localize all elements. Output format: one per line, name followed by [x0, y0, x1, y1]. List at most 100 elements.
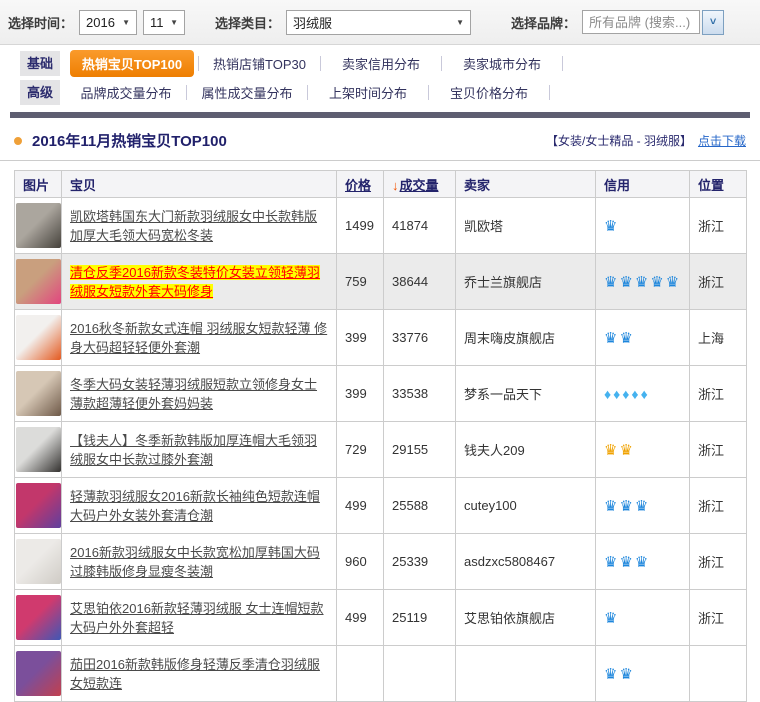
brand-dropdown-button[interactable]: ˅ [702, 10, 724, 35]
product-title-link[interactable]: 轻薄款羽绒服女2016新款长袖纯色短款连帽大码户外女装外套清仓潮 [70, 489, 320, 523]
tab-attribute-volume-distribution[interactable]: 属性成交量分布 [191, 79, 303, 106]
chevron-down-icon: ˅ [710, 16, 716, 28]
caret-down-icon: ▼ [170, 18, 178, 27]
volume-cell: 29155 [384, 422, 456, 478]
tab-hot-items-top100[interactable]: 热销宝贝TOP100 [70, 50, 194, 77]
table-header-row: 图片 宝贝 价格 ↓成交量 卖家 信用 位置 [15, 171, 747, 198]
tab-separator [198, 56, 199, 71]
seller-cell: 钱夫人209 [456, 422, 596, 478]
tab-separator [320, 56, 321, 71]
table-row: 2016秋冬新款女式连帽 羽绒服女短款轻薄 修身大码超轻轻便外套潮 399 33… [15, 310, 747, 366]
location-cell: 浙江 [690, 590, 747, 646]
product-title-link[interactable]: 2016秋冬新款女式连帽 羽绒服女短款轻薄 修身大码超轻轻便外套潮 [70, 321, 327, 355]
product-thumbnail[interactable] [16, 427, 61, 472]
tab-seller-credit-distribution[interactable]: 卖家信用分布 [325, 50, 437, 77]
volume-cell: 25119 [384, 590, 456, 646]
price-cell: 499 [337, 590, 384, 646]
price-cell: 1499 [337, 198, 384, 254]
product-thumbnail[interactable] [16, 315, 61, 360]
product-thumbnail[interactable] [16, 651, 61, 696]
category-select[interactable]: 羽绒服 ▼ [286, 10, 471, 35]
credit-icons: ♛♛♛ [604, 498, 650, 515]
product-thumbnail[interactable] [16, 595, 61, 640]
volume-cell: 33538 [384, 366, 456, 422]
credit-icons: ♛ [604, 218, 619, 235]
col-header-image: 图片 [15, 171, 62, 198]
product-thumbnail[interactable] [16, 203, 61, 248]
col-header-price-sort[interactable]: 价格 [337, 171, 384, 198]
time-filter-label: 选择时间： [8, 13, 73, 32]
volume-cell: 25339 [384, 534, 456, 590]
product-thumbnail[interactable] [16, 371, 61, 416]
location-cell: 上海 [690, 310, 747, 366]
credit-icons: ♦♦♦♦♦ [604, 386, 650, 402]
credit-icons: ♛♛ [604, 442, 635, 459]
credit-icons: ♛♛♛ [604, 554, 650, 571]
tab-group-advanced: 高级 [20, 80, 60, 105]
location-cell: 浙江 [690, 198, 747, 254]
seller-cell [456, 646, 596, 702]
col-header-seller: 卖家 [456, 171, 596, 198]
location-cell: 浙江 [690, 534, 747, 590]
tab-separator [186, 85, 187, 100]
product-title-link[interactable]: 冬季大码女装轻薄羽绒服短款立领修身女士薄款超薄轻便外套妈妈装 [70, 377, 317, 411]
sort-desc-icon: ↓ [392, 178, 399, 193]
price-cell: 399 [337, 310, 384, 366]
seller-cell: cutey100 [456, 478, 596, 534]
col-header-volume-sort[interactable]: ↓成交量 [384, 171, 456, 198]
tab-separator [562, 56, 563, 71]
tab-item-price-distribution[interactable]: 宝贝价格分布 [433, 79, 545, 106]
tab-listing-time-distribution[interactable]: 上架时间分布 [312, 79, 424, 106]
product-thumbnail[interactable] [16, 259, 61, 304]
brand-search-input[interactable] [582, 10, 700, 34]
tab-separator [441, 56, 442, 71]
tab-separator [307, 85, 308, 100]
month-select[interactable]: 11 ▼ [143, 10, 185, 35]
year-select-value: 2016 [86, 15, 115, 30]
seller-cell: 乔士兰旗舰店 [456, 254, 596, 310]
advanced-tab-row: 高级 品牌成交量分布 属性成交量分布 上架时间分布 宝贝价格分布 [0, 78, 760, 107]
table-row: 【钱夫人】冬季新款韩版加厚连帽大毛领羽绒服女中长款过膝外套潮 729 29155… [15, 422, 747, 478]
location-cell [690, 646, 747, 702]
tab-brand-volume-distribution[interactable]: 品牌成交量分布 [70, 79, 182, 106]
table-row: 轻薄款羽绒服女2016新款长袖纯色短款连帽大码户外女装外套清仓潮 499 255… [15, 478, 747, 534]
table-row: 茄田2016新款韩版修身轻薄反季清仓羽绒服女短款连 ♛♛ [15, 646, 747, 702]
brand-filter-label: 选择品牌： [511, 13, 576, 32]
product-thumbnail[interactable] [16, 539, 61, 584]
section-head: 2016年11月热销宝贝TOP100 【女装/女士精品 - 羽绒服】 点击下载 [0, 118, 760, 160]
table-row: 2016新款羽绒服女中长款宽松加厚韩国大码过膝韩版修身显瘦冬装潮 960 253… [15, 534, 747, 590]
category-filter-label: 选择类目： [215, 13, 280, 32]
volume-cell: 25588 [384, 478, 456, 534]
volume-cell [384, 646, 456, 702]
brand-filter: ˅ [582, 10, 724, 35]
filter-bar: 选择时间： 2016 ▼ 11 ▼ 选择类目： 羽绒服 ▼ 选择品牌： ˅ [0, 0, 760, 45]
tab-separator [549, 85, 550, 100]
tab-hot-shops-top30[interactable]: 热销店铺TOP30 [203, 50, 316, 77]
download-link[interactable]: 点击下载 [698, 132, 746, 149]
category-select-value: 羽绒服 [293, 13, 332, 32]
product-title-link[interactable]: 艾思铂依2016新款轻薄羽绒服 女士连帽短款大码户外外套超轻 [70, 601, 324, 635]
year-select[interactable]: 2016 ▼ [79, 10, 137, 35]
price-cell: 499 [337, 478, 384, 534]
seller-cell: 凯欧塔 [456, 198, 596, 254]
credit-icons: ♛♛ [604, 666, 635, 683]
tab-separator [428, 85, 429, 100]
location-cell: 浙江 [690, 254, 747, 310]
volume-cell: 41874 [384, 198, 456, 254]
credit-icons: ♛ [604, 610, 619, 627]
product-title-link[interactable]: 凯欧塔韩国东大门新款羽绒服女中长款韩版加厚大毛领大码宽松冬装 [70, 209, 317, 243]
table-row: 艾思铂依2016新款轻薄羽绒服 女士连帽短款大码户外外套超轻 499 25119… [15, 590, 747, 646]
price-cell: 759 [337, 254, 384, 310]
product-title-link[interactable]: 清仓反季2016新款冬装特价女装立领轻薄羽绒服女短款外套大码修身 [70, 265, 320, 299]
product-thumbnail[interactable] [16, 483, 61, 528]
caret-down-icon: ▼ [122, 18, 130, 27]
product-title-link[interactable]: 【钱夫人】冬季新款韩版加厚连帽大毛领羽绒服女中长款过膝外套潮 [70, 433, 317, 467]
table-row-highlighted: 清仓反季2016新款冬装特价女装立领轻薄羽绒服女短款外套大码修身 759 386… [15, 254, 747, 310]
caret-down-icon: ▼ [456, 18, 464, 27]
tab-seller-city-distribution[interactable]: 卖家城市分布 [446, 50, 558, 77]
credit-icons: ♛♛ [604, 330, 635, 347]
month-select-value: 11 [150, 15, 164, 30]
product-title-link[interactable]: 茄田2016新款韩版修身轻薄反季清仓羽绒服女短款连 [70, 657, 320, 691]
product-title-link[interactable]: 2016新款羽绒服女中长款宽松加厚韩国大码过膝韩版修身显瘦冬装潮 [70, 545, 320, 579]
seller-cell: 梦系一品天下 [456, 366, 596, 422]
